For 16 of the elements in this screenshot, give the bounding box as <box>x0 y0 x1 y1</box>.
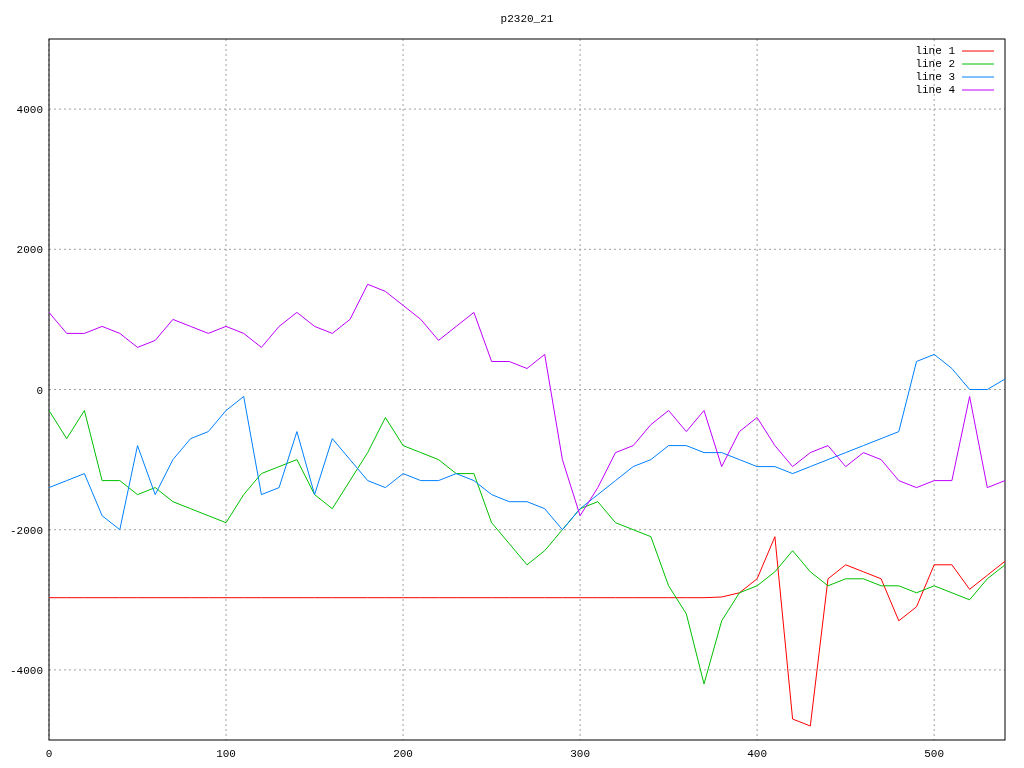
x-tick-label: 0 <box>45 748 53 760</box>
legend-label: line 1 <box>915 45 955 57</box>
y-tick-label: 4000 <box>16 104 43 117</box>
y-tick-label: 2000 <box>16 244 43 257</box>
x-tick-label: 200 <box>393 748 413 760</box>
legend-label: line 4 <box>915 84 955 96</box>
y-tick-label: -2000 <box>10 524 43 537</box>
x-tick-label: 400 <box>747 748 768 760</box>
x-tick-label: 300 <box>570 748 590 760</box>
legend-label: line 3 <box>915 71 955 83</box>
x-tick-label: 100 <box>216 748 236 760</box>
legend-label: line 2 <box>915 58 955 70</box>
chart-title: p2320_21 <box>500 13 554 25</box>
y-tick-label: -4000 <box>10 664 43 677</box>
x-tick-label: 500 <box>924 748 945 760</box>
y-tick-label: 0 <box>36 384 43 397</box>
